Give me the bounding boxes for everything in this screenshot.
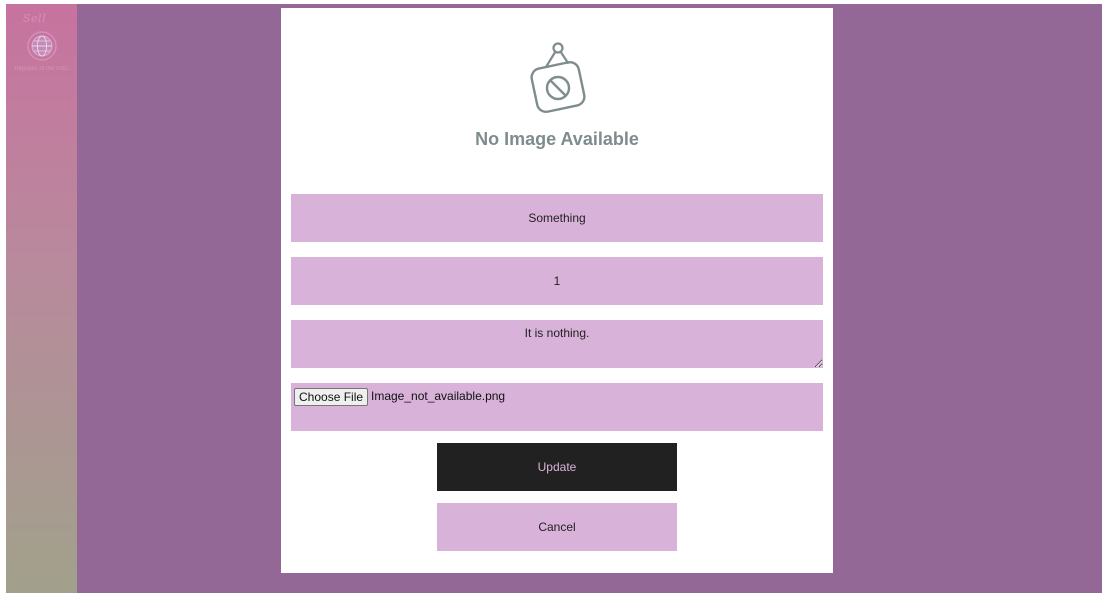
logo-mark: Sell xyxy=(23,12,47,25)
logo-caption: Republic of the USC xyxy=(14,66,69,72)
update-button[interactable]: Update xyxy=(437,443,677,491)
globe-icon xyxy=(27,31,57,61)
name-input[interactable] xyxy=(291,194,823,242)
logo[interactable]: Sell Republic of the USC xyxy=(6,10,77,80)
image-file-field: Choose File Image_not_available.png xyxy=(291,383,823,431)
image-preview: No Image Available xyxy=(281,41,833,161)
choose-file-button[interactable]: Choose File xyxy=(294,388,369,406)
file-name-label: Image_not_available.png xyxy=(371,389,506,403)
no-image-icon xyxy=(530,42,586,114)
edit-item-panel: No Image Available It is nothing. Choose… xyxy=(281,8,833,573)
page-background: Sell Republic of the USC No Image Availa… xyxy=(6,4,1102,593)
sidebar: Sell Republic of the USC xyxy=(6,4,77,593)
no-image-label: No Image Available xyxy=(475,129,639,149)
cancel-button[interactable]: Cancel xyxy=(437,503,677,551)
quantity-input[interactable] xyxy=(291,257,823,305)
description-textarea[interactable]: It is nothing. xyxy=(291,320,823,368)
